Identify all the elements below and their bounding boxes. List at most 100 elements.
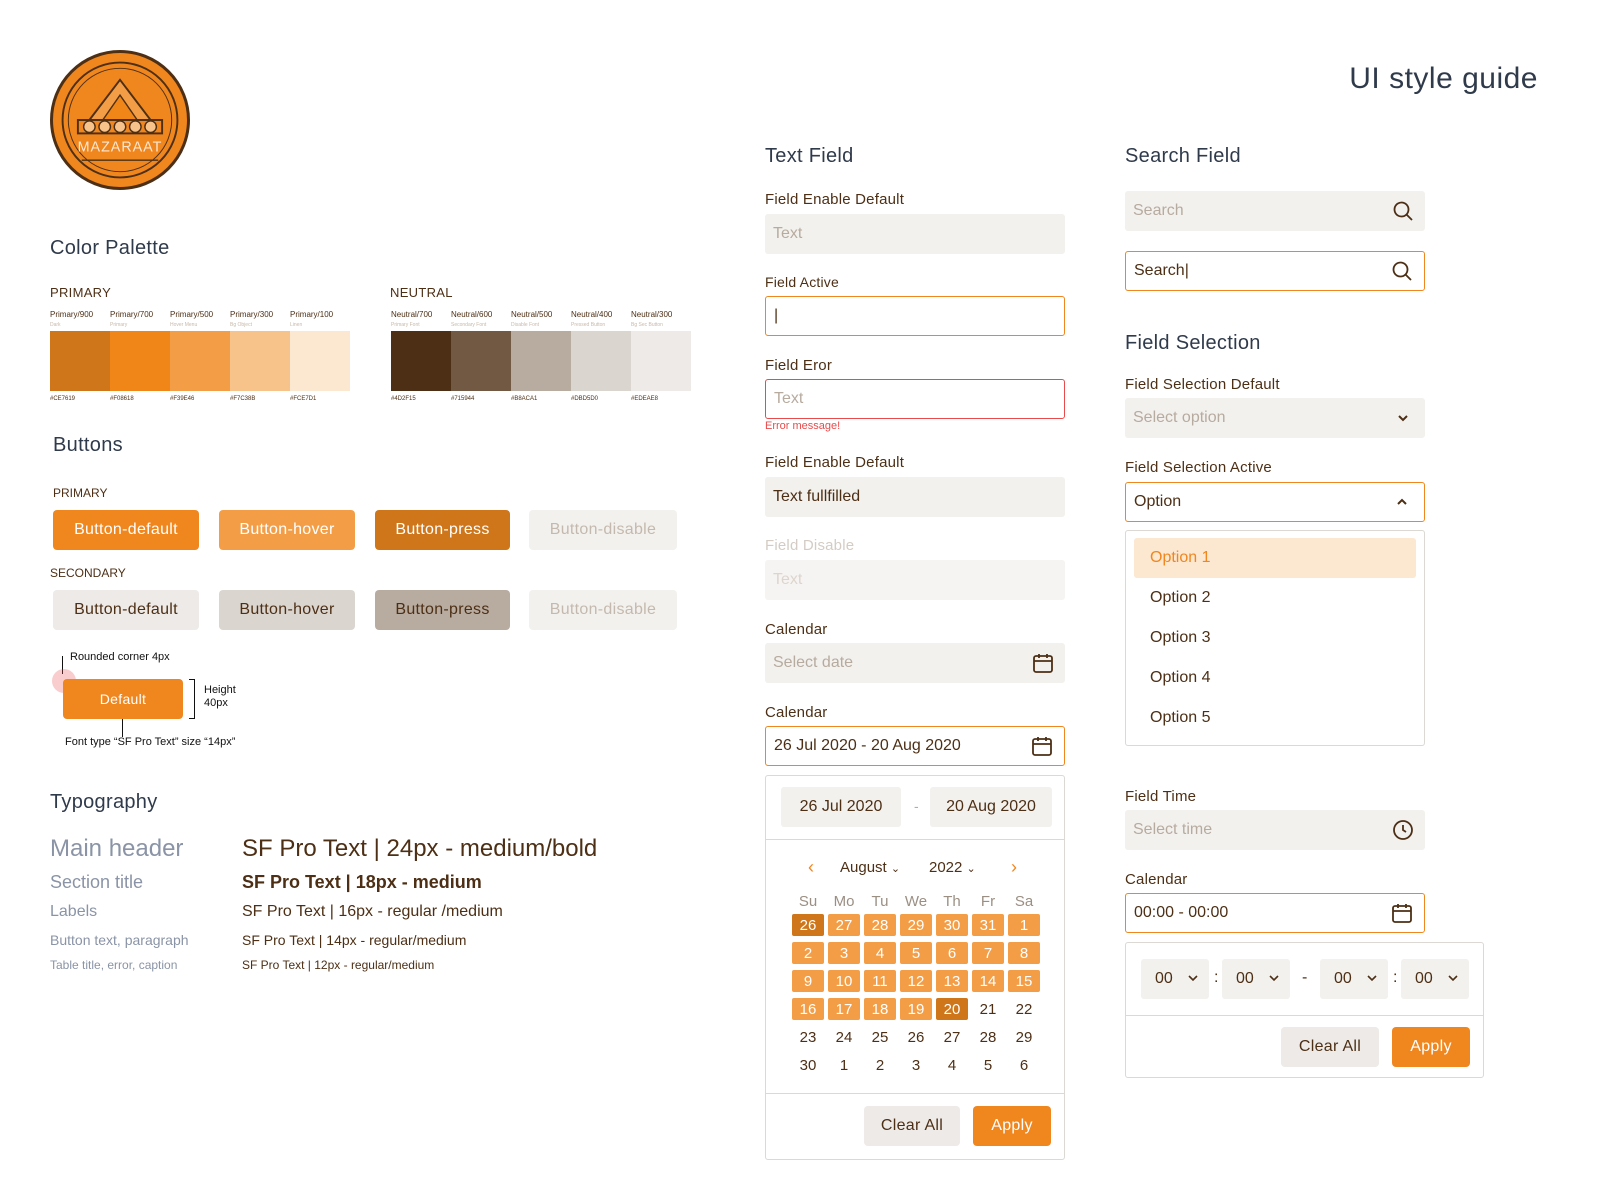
calendar-end-field[interactable]: 20 Aug 2020 (930, 787, 1052, 827)
calendar-day[interactable]: 31 (972, 914, 1004, 936)
calendar-next-icon[interactable]: › (1011, 857, 1017, 878)
calendar-icon[interactable] (1030, 734, 1054, 758)
calendar-day[interactable]: 23 (792, 1026, 824, 1048)
calendar-day[interactable]: 28 (972, 1026, 1004, 1048)
selection-dropdown: Option 1 Option 2 Option 3 Option 4 Opti… (1125, 530, 1425, 746)
calendar-icon[interactable] (1390, 901, 1414, 925)
calendar-input[interactable]: Select date (765, 643, 1065, 683)
calendar-day[interactable]: 24 (828, 1026, 860, 1048)
search-active-input[interactable]: Search| (1125, 251, 1425, 291)
calendar-day[interactable]: 28 (864, 914, 896, 936)
search-icon[interactable] (1391, 199, 1415, 223)
calendar-clear-button[interactable]: Clear All (864, 1106, 960, 1146)
search-title: Search Field (1125, 145, 1241, 167)
time-hour-end-select[interactable]: 00 (1320, 959, 1388, 999)
calendar-day[interactable]: 15 (1008, 970, 1040, 992)
palette-primary-heading: PRIMARY (50, 285, 112, 300)
calendar-day[interactable]: 26 (792, 914, 824, 936)
color-swatch (511, 331, 571, 391)
calendar-day[interactable]: 10 (828, 970, 860, 992)
calendar-day[interactable]: 16 (792, 998, 824, 1020)
calendar-prev-icon[interactable]: ‹ (808, 857, 814, 878)
calendar-day[interactable]: 9 (792, 970, 824, 992)
time-apply-button[interactable]: Apply (1392, 1027, 1470, 1067)
selection-default-select[interactable]: Select option (1125, 398, 1425, 438)
calendar-day[interactable]: 6 (1008, 1054, 1040, 1076)
time-minute-end: 00 (1415, 970, 1433, 987)
calendar-day[interactable]: 29 (1008, 1026, 1040, 1048)
time-clear-button[interactable]: Clear All (1281, 1027, 1379, 1067)
anno-height-bracket (189, 679, 195, 719)
calendar-day[interactable]: 8 (1008, 942, 1040, 964)
time-hour-start-select[interactable]: 00 (1141, 959, 1209, 999)
time-calendar-input[interactable]: 00:00 - 00:00 (1125, 893, 1425, 933)
calendar-day[interactable]: 11 (864, 970, 896, 992)
calendar-day[interactable]: 12 (900, 970, 932, 992)
calendar-day[interactable]: 5 (900, 942, 932, 964)
field-error-input[interactable]: Text (765, 379, 1065, 419)
time-calendar-label: Calendar (1125, 871, 1188, 888)
calendar-apply-button[interactable]: Apply (973, 1106, 1051, 1146)
calendar-day[interactable]: 13 (936, 970, 968, 992)
search-input[interactable]: Search (1125, 191, 1425, 231)
calendar-day[interactable]: 26 (900, 1026, 932, 1048)
calendar-day[interactable]: 7 (972, 942, 1004, 964)
calendar-day[interactable]: 5 (972, 1054, 1004, 1076)
secondary-button-press[interactable]: Button-press (375, 590, 510, 630)
calendar-day[interactable]: 22 (1008, 998, 1040, 1020)
search-active-value: Search| (1134, 262, 1189, 279)
secondary-button-default[interactable]: Button-default (53, 590, 199, 630)
calendar-year-select[interactable]: 2022 ⌄ (929, 859, 976, 876)
time-minute-start-select[interactable]: 00 (1222, 959, 1290, 999)
calendar-year: 2022 (929, 859, 963, 876)
selection-default-label: Field Selection Default (1125, 376, 1280, 393)
dropdown-option[interactable]: Option 1 (1134, 538, 1416, 578)
calendar-start-field[interactable]: 26 Jul 2020 (781, 787, 901, 827)
field-active-value: | (774, 307, 779, 324)
dropdown-option[interactable]: Option 3 (1134, 618, 1416, 658)
selection-active-select[interactable]: Option (1125, 482, 1425, 522)
calendar-day[interactable]: 19 (900, 998, 932, 1020)
secondary-button-hover[interactable]: Button-hover (219, 590, 355, 630)
time-input[interactable]: Select time (1125, 810, 1425, 850)
calendar-day[interactable]: 18 (864, 998, 896, 1020)
calendar-day[interactable]: 17 (828, 998, 860, 1020)
field-enable-input[interactable]: Text (765, 214, 1065, 254)
field-active-input[interactable]: | (765, 296, 1065, 336)
time-minute-end-select[interactable]: 00 (1401, 959, 1469, 999)
calendar-day[interactable]: 6 (936, 942, 968, 964)
calendar-day[interactable]: 30 (792, 1054, 824, 1076)
primary-button-press[interactable]: Button-press (375, 510, 510, 550)
time-calendar-value: 00:00 - 00:00 (1134, 904, 1229, 921)
calendar-day[interactable]: 3 (900, 1054, 932, 1076)
calendar-day[interactable]: 14 (972, 970, 1004, 992)
time-divider (1126, 1015, 1483, 1016)
calendar-icon[interactable] (1031, 651, 1055, 675)
field-filled-input[interactable]: Text fullfilled (765, 477, 1065, 517)
calendar-month-select[interactable]: August ⌄ (840, 859, 900, 876)
calendar-day[interactable]: 21 (972, 998, 1004, 1020)
calendar-day[interactable]: 4 (936, 1054, 968, 1076)
dropdown-option[interactable]: Option 2 (1134, 578, 1416, 618)
secondary-button-disable[interactable]: Button-disable (529, 590, 677, 630)
dropdown-option[interactable]: Option 4 (1134, 658, 1416, 698)
primary-button-default[interactable]: Button-default (53, 510, 199, 550)
calendar-day[interactable]: 1 (1008, 914, 1040, 936)
dropdown-option[interactable]: Option 5 (1134, 698, 1416, 738)
clock-icon[interactable] (1391, 818, 1415, 842)
calendar-day[interactable]: 2 (792, 942, 824, 964)
calendar-day[interactable]: 27 (828, 914, 860, 936)
calendar-day[interactable]: 2 (864, 1054, 896, 1076)
search-icon[interactable] (1390, 259, 1414, 283)
calendar-day[interactable]: 29 (900, 914, 932, 936)
primary-button-disable[interactable]: Button-disable (529, 510, 677, 550)
calendar-day[interactable]: 3 (828, 942, 860, 964)
calendar2-input[interactable]: 26 Jul 2020 - 20 Aug 2020 (765, 726, 1065, 766)
calendar-day[interactable]: 25 (864, 1026, 896, 1048)
calendar-day[interactable]: 30 (936, 914, 968, 936)
calendar-day[interactable]: 27 (936, 1026, 968, 1048)
calendar-day[interactable]: 4 (864, 942, 896, 964)
calendar-day[interactable]: 1 (828, 1054, 860, 1076)
calendar-day[interactable]: 20 (936, 998, 968, 1020)
primary-button-hover[interactable]: Button-hover (219, 510, 355, 550)
